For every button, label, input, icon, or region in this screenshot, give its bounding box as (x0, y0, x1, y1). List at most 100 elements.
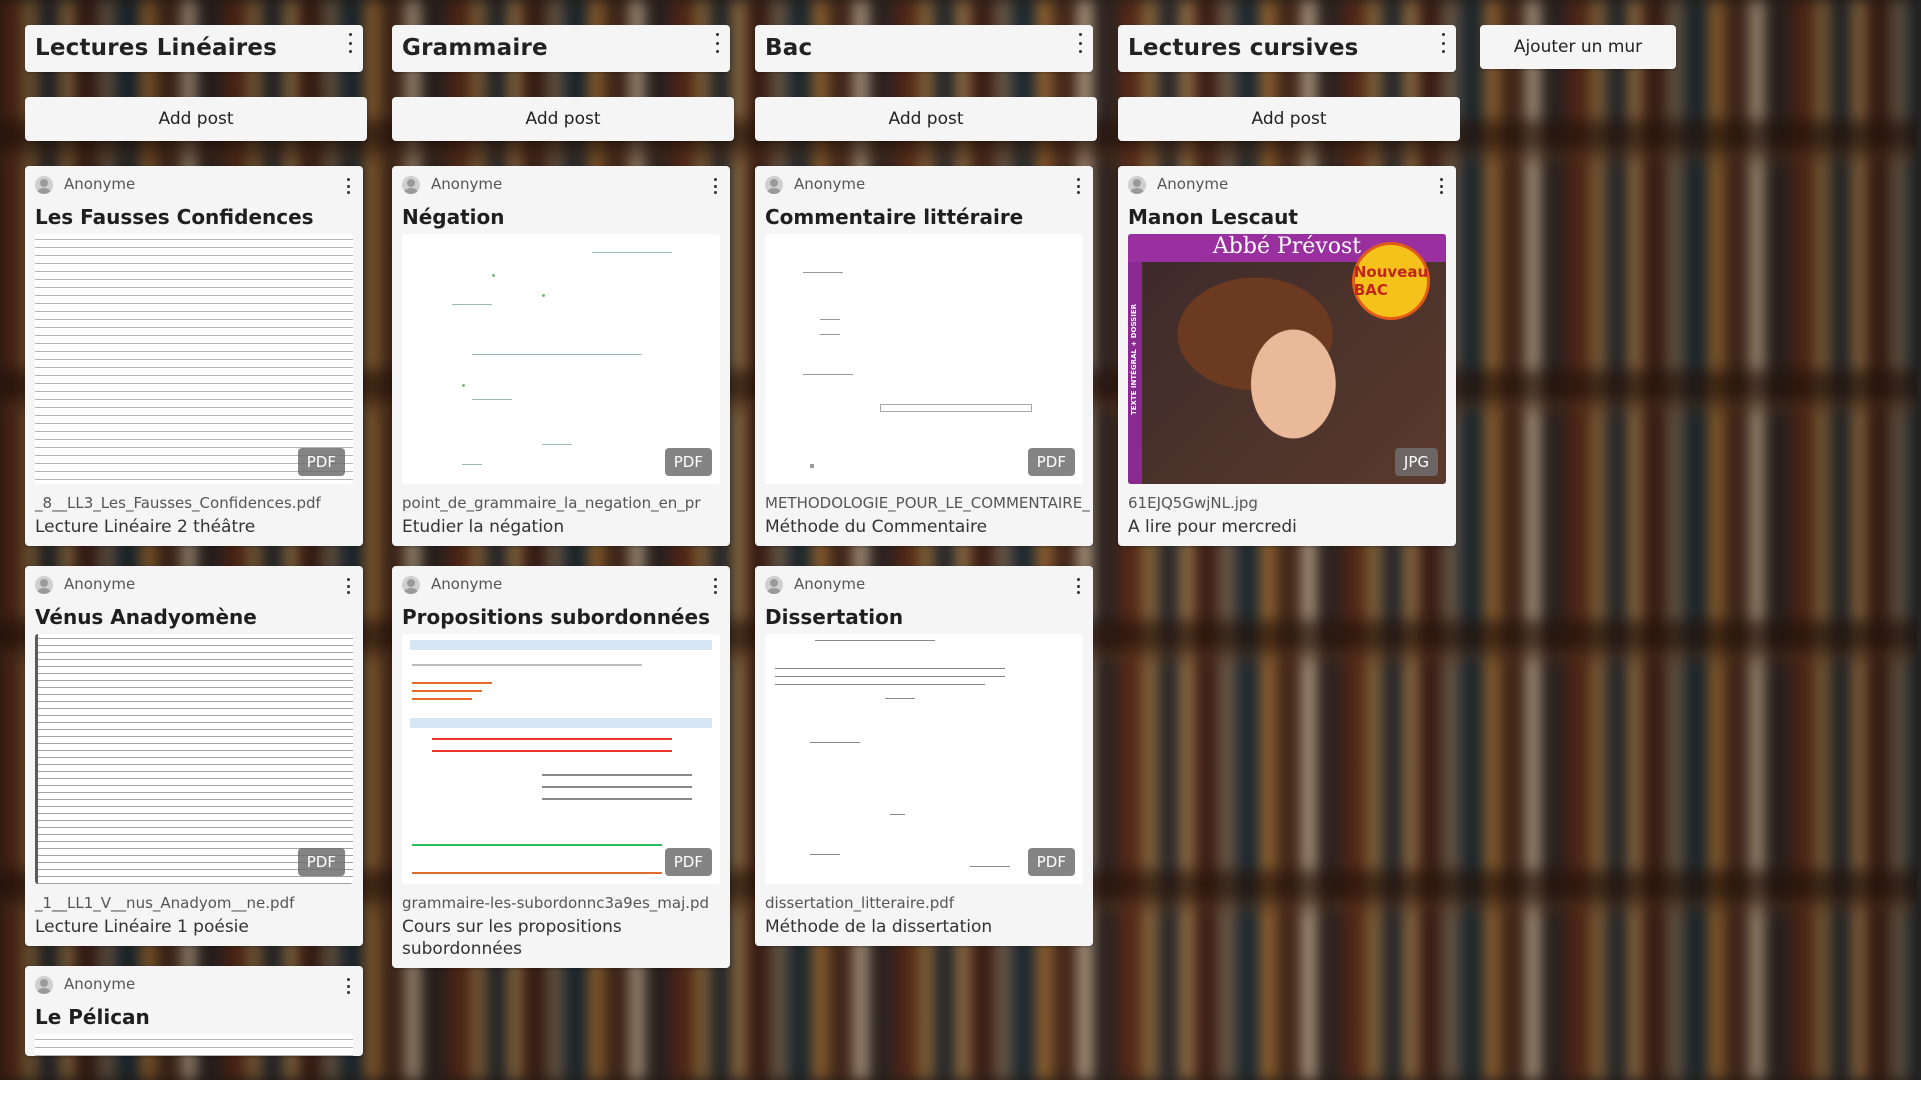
add-post-button[interactable]: Add post (25, 97, 367, 141)
column-menu-icon[interactable] (1438, 33, 1448, 53)
doc-line (890, 814, 905, 815)
doc-line (810, 854, 840, 855)
post-menu-icon[interactable] (343, 578, 353, 594)
post-menu-icon[interactable] (1073, 178, 1083, 194)
doc-mark (492, 274, 495, 277)
doc-line (775, 668, 1005, 669)
doc-box (880, 404, 1032, 412)
doc-heading-bar (410, 718, 712, 728)
post-menu-icon[interactable] (710, 178, 720, 194)
doc-line (592, 252, 672, 253)
post-card[interactable]: Anonyme Commentaire littéraire PDF METHO… (755, 166, 1093, 546)
doc-line (412, 682, 492, 684)
doc-line (542, 444, 572, 445)
column-menu-icon[interactable] (712, 33, 722, 53)
doc-line (452, 304, 492, 305)
post-menu-icon[interactable] (710, 578, 720, 594)
doc-line (803, 272, 843, 273)
column-lectures-cursives: Lectures cursives Add post Anonyme Manon… (1118, 25, 1460, 566)
user-avatar-icon (765, 576, 783, 594)
user-avatar-icon (35, 576, 53, 594)
attachment-filename[interactable]: _8__LL3_Les_Fausses_Confidences.pdf (25, 494, 363, 512)
horizontal-scrollbar[interactable] (0, 1080, 1921, 1105)
bac-seal-text: Nouveau BAC (1353, 263, 1429, 299)
file-type-badge: JPG (1394, 448, 1438, 476)
user-avatar-icon (765, 176, 783, 194)
post-author: Anonyme (431, 175, 503, 193)
column-title: Grammaire (402, 35, 548, 61)
doc-line (462, 464, 482, 465)
post-card[interactable]: Anonyme Propositions subordonnées PDF gr… (392, 566, 730, 968)
post-description: Lecture Linéaire 2 théâtre (35, 517, 256, 537)
post-title: Propositions subordonnées (402, 605, 710, 629)
doc-line (542, 786, 692, 788)
column-header: Lectures cursives (1118, 25, 1456, 72)
doc-heading-bar (410, 640, 712, 650)
doc-line (820, 319, 840, 320)
attachment-filename[interactable]: point_de_grammaire_la_negation_en_pr (392, 494, 730, 512)
add-wall-button[interactable]: Ajouter un mur (1480, 25, 1676, 69)
post-card[interactable]: Anonyme Dissertation PDF dissertation_li… (755, 566, 1093, 946)
attachment-filename[interactable]: _1__LL1_V__nus_Anadyom__ne.pdf (25, 894, 363, 912)
attachment-filename[interactable]: 61EJQ5GwjNL.jpg (1118, 494, 1456, 512)
doc-line (815, 640, 935, 641)
post-menu-icon[interactable] (1073, 578, 1083, 594)
doc-line (810, 742, 860, 743)
post-title: Les Fausses Confidences (35, 205, 314, 229)
post-card[interactable]: Anonyme Négation PDF point_de_grammaire_… (392, 166, 730, 546)
add-post-button[interactable]: Add post (1118, 97, 1460, 141)
column-menu-icon[interactable] (1075, 33, 1085, 53)
attachment-filename[interactable]: METHODOLOGIE_POUR_LE_COMMENTAIRE_ (755, 494, 1093, 512)
doc-line (412, 698, 472, 700)
post-author: Anonyme (794, 575, 866, 593)
user-avatar-icon (402, 176, 420, 194)
column-grammaire: Grammaire Add post Anonyme Négation PDF (392, 25, 734, 988)
post-menu-icon[interactable] (343, 178, 353, 194)
column-title: Lectures Linéaires (35, 35, 278, 61)
post-card[interactable]: Anonyme Les Fausses Confidences PDF _8__… (25, 166, 363, 546)
vertical-scrollbar[interactable] (1917, 0, 1921, 1080)
file-type-badge: PDF (664, 848, 712, 876)
user-avatar-icon (1128, 176, 1146, 194)
column-header: Grammaire (392, 25, 730, 72)
post-menu-icon[interactable] (343, 978, 353, 994)
post-description: A lire pour mercredi (1128, 517, 1297, 537)
document-thumbnail[interactable] (35, 1034, 353, 1056)
document-thumbnail[interactable]: PDF (35, 634, 353, 884)
doc-line (820, 334, 840, 335)
document-thumbnail[interactable]: PDF (765, 234, 1083, 484)
post-title: Manon Lescaut (1128, 205, 1298, 229)
bac-seal-badge: Nouveau BAC (1352, 242, 1430, 320)
post-description: Etudier la négation (402, 517, 565, 537)
add-post-button[interactable]: Add post (755, 97, 1097, 141)
column-menu-icon[interactable] (345, 33, 355, 53)
document-thumbnail[interactable]: PDF (35, 234, 353, 484)
column-title: Lectures cursives (1128, 35, 1359, 61)
file-type-badge: PDF (297, 448, 345, 476)
add-post-button[interactable]: Add post (392, 97, 734, 141)
post-description: Méthode de la dissertation (765, 917, 993, 937)
post-author: Anonyme (64, 575, 136, 593)
post-menu-icon[interactable] (1436, 178, 1446, 194)
document-thumbnail[interactable]: PDF (402, 634, 720, 884)
post-author: Anonyme (1157, 175, 1229, 193)
doc-line (472, 354, 642, 355)
document-thumbnail[interactable]: PDF (765, 634, 1083, 884)
column-header: Lectures Linéaires (25, 25, 363, 72)
attachment-filename[interactable]: grammaire-les-subordonnc3a9es_maj.pd (392, 894, 730, 912)
post-card[interactable]: Anonyme Manon Lescaut Abbé Prévost Nouve… (1118, 166, 1456, 546)
post-title: Vénus Anadyomène (35, 605, 257, 629)
attachment-filename[interactable]: dissertation_litteraire.pdf (755, 894, 1093, 912)
doc-line (472, 399, 512, 400)
doc-line (412, 690, 482, 692)
document-thumbnail[interactable]: PDF (402, 234, 720, 484)
document-text-preview (35, 234, 353, 484)
user-avatar-icon (35, 976, 53, 994)
image-thumbnail[interactable]: Abbé Prévost Nouveau BAC TEXTE INTÉGRAL … (1128, 234, 1446, 484)
file-type-badge: PDF (297, 848, 345, 876)
post-card[interactable]: Anonyme Vénus Anadyomène PDF _1__LL1_V__… (25, 566, 363, 946)
post-author: Anonyme (431, 575, 503, 593)
column-header: Bac (755, 25, 1093, 72)
post-card[interactable]: Anonyme Le Pélican (25, 966, 363, 1056)
file-type-badge: PDF (1027, 848, 1075, 876)
